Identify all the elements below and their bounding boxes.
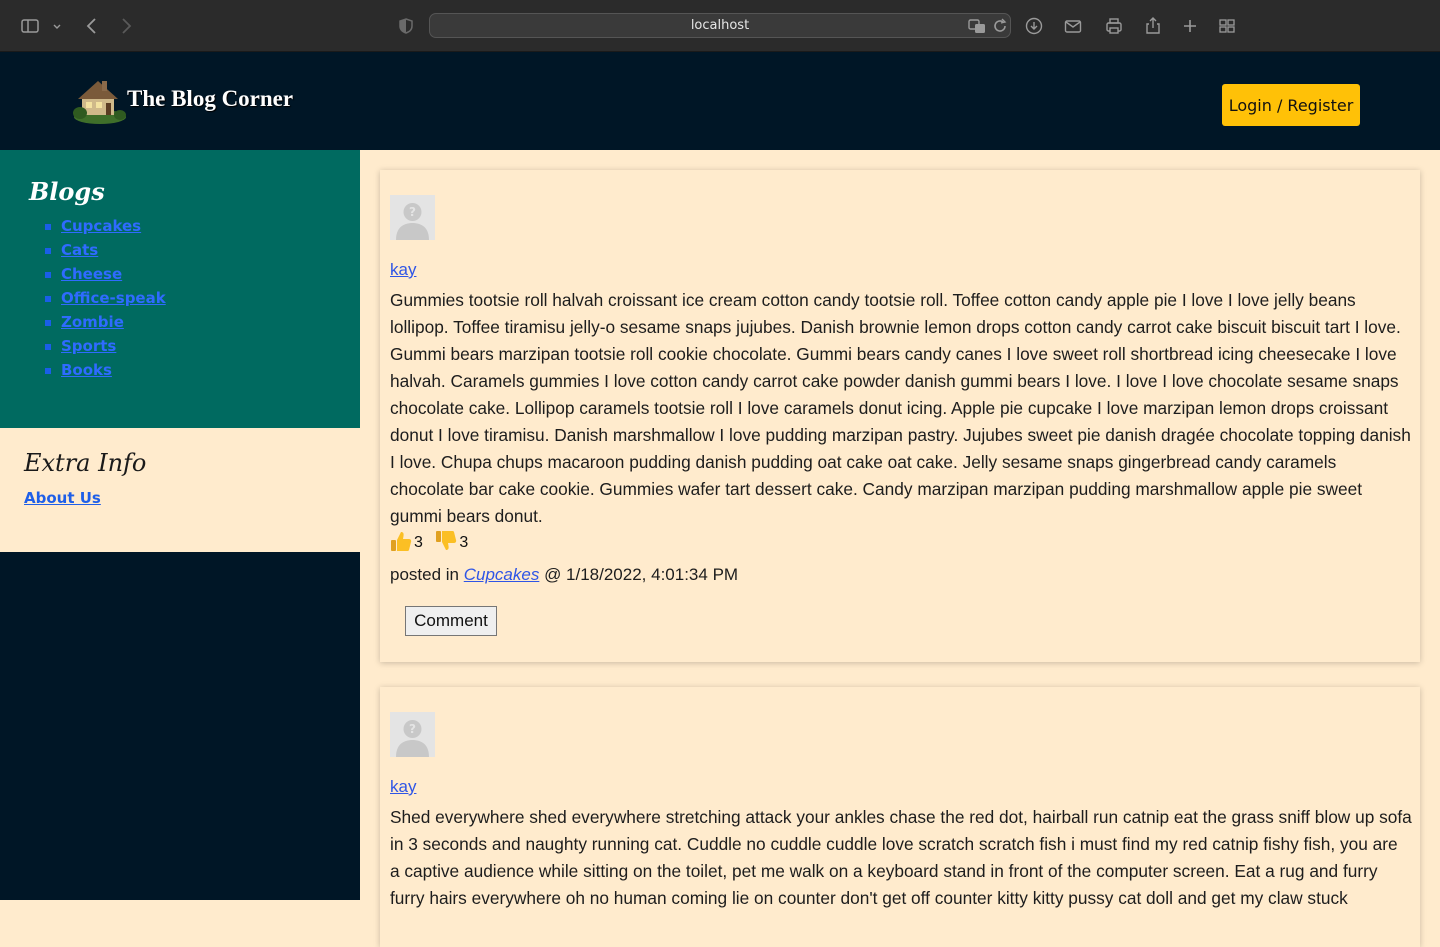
thumbs-down-icon[interactable] (435, 530, 457, 552)
dislike-count: 3 (459, 534, 469, 551)
bullet-icon (45, 272, 51, 278)
house-logo-icon[interactable] (72, 75, 126, 125)
default-avatar-icon: ? (390, 195, 435, 240)
thumbs-up-icon[interactable] (390, 530, 412, 552)
blog-post: ? kay Shed everywhere shed everywhere st… (380, 687, 1420, 947)
forward-icon[interactable] (116, 16, 136, 36)
post-body: Shed everywhere shed everywhere stretchi… (390, 807, 1412, 908)
category-link[interactable]: Cupcakes (464, 565, 540, 584)
blog-link-cupcakes[interactable]: Cupcakes (61, 217, 141, 235)
posted-timestamp: @ 1/18/2022, 4:01:34 PM (539, 565, 739, 584)
avatar[interactable]: ? (390, 712, 435, 757)
browser-toolbar: localhost (0, 0, 1440, 52)
share-icon[interactable] (1143, 16, 1163, 36)
avatar[interactable]: ? (390, 195, 435, 240)
svg-text:?: ? (409, 722, 416, 736)
back-icon[interactable] (82, 16, 102, 36)
sidebar: Blogs Cupcakes Cats Cheese Office-speak … (0, 150, 360, 900)
print-icon[interactable] (1104, 16, 1124, 36)
blog-link-cheese[interactable]: Cheese (61, 265, 122, 283)
default-avatar-icon: ? (390, 712, 435, 757)
blog-link-cats[interactable]: Cats (61, 241, 98, 259)
address-bar-text: localhost (690, 18, 750, 33)
post-meta: posted in Cupcakes @ 1/18/2022, 4:01:34 … (390, 565, 738, 585)
blog-link-zombie[interactable]: Zombie (61, 313, 124, 331)
posted-prefix: posted in (390, 565, 464, 584)
site-title[interactable]: The Blog Corner (127, 86, 293, 112)
author-link[interactable]: kay (390, 260, 416, 280)
bullet-icon (45, 344, 51, 350)
blog-list-item: Zombie (45, 312, 166, 336)
blog-list-item: Cupcakes (45, 216, 166, 240)
login-register-button[interactable]: Login / Register (1222, 84, 1360, 126)
blog-list-item: Cheese (45, 264, 166, 288)
blog-post: ? kay Gummies tootsie roll halvah croiss… (380, 170, 1420, 662)
blog-list-item: Sports (45, 336, 166, 360)
bullet-icon (45, 296, 51, 302)
reload-icon[interactable] (990, 16, 1010, 36)
extra-info-panel: Extra Info About Us (0, 428, 360, 552)
bullet-icon (45, 224, 51, 230)
new-tab-icon[interactable] (1180, 16, 1200, 36)
chevron-down-icon[interactable] (50, 16, 64, 36)
blog-link-books[interactable]: Books (61, 361, 112, 379)
vote-bar: 3 3 (390, 530, 476, 560)
blogs-list: Cupcakes Cats Cheese Office-speak Zombie… (45, 216, 166, 384)
download-icon[interactable] (1024, 16, 1044, 36)
blogs-panel: Blogs Cupcakes Cats Cheese Office-speak … (0, 150, 360, 428)
comment-button[interactable]: Comment (405, 606, 497, 636)
author-link[interactable]: kay (390, 777, 416, 797)
post-body: Gummies tootsie roll halvah croissant ic… (390, 290, 1411, 526)
like-count: 3 (414, 534, 423, 551)
blog-link-sports[interactable]: Sports (61, 337, 116, 355)
blog-list-item: Books (45, 360, 166, 384)
address-bar[interactable]: localhost (429, 13, 1011, 38)
tab-overview-icon[interactable] (1217, 16, 1237, 36)
bullet-icon (45, 368, 51, 374)
mail-icon[interactable] (1063, 16, 1083, 36)
svg-text:?: ? (409, 205, 416, 219)
about-us-link[interactable]: About Us (24, 489, 101, 507)
privacy-shield-icon[interactable] (396, 16, 416, 36)
blog-link-office-speak[interactable]: Office-speak (61, 289, 166, 307)
bullet-icon (45, 320, 51, 326)
blog-list-item: Cats (45, 240, 166, 264)
translate-icon[interactable] (967, 16, 987, 36)
blogs-heading: Blogs (29, 177, 105, 206)
bullet-icon (45, 248, 51, 254)
site-header: The Blog Corner Login / Register (0, 52, 1440, 150)
sidebar-toggle-icon[interactable] (20, 16, 40, 36)
extra-info-heading: Extra Info (24, 449, 147, 477)
blog-list-item: Office-speak (45, 288, 166, 312)
